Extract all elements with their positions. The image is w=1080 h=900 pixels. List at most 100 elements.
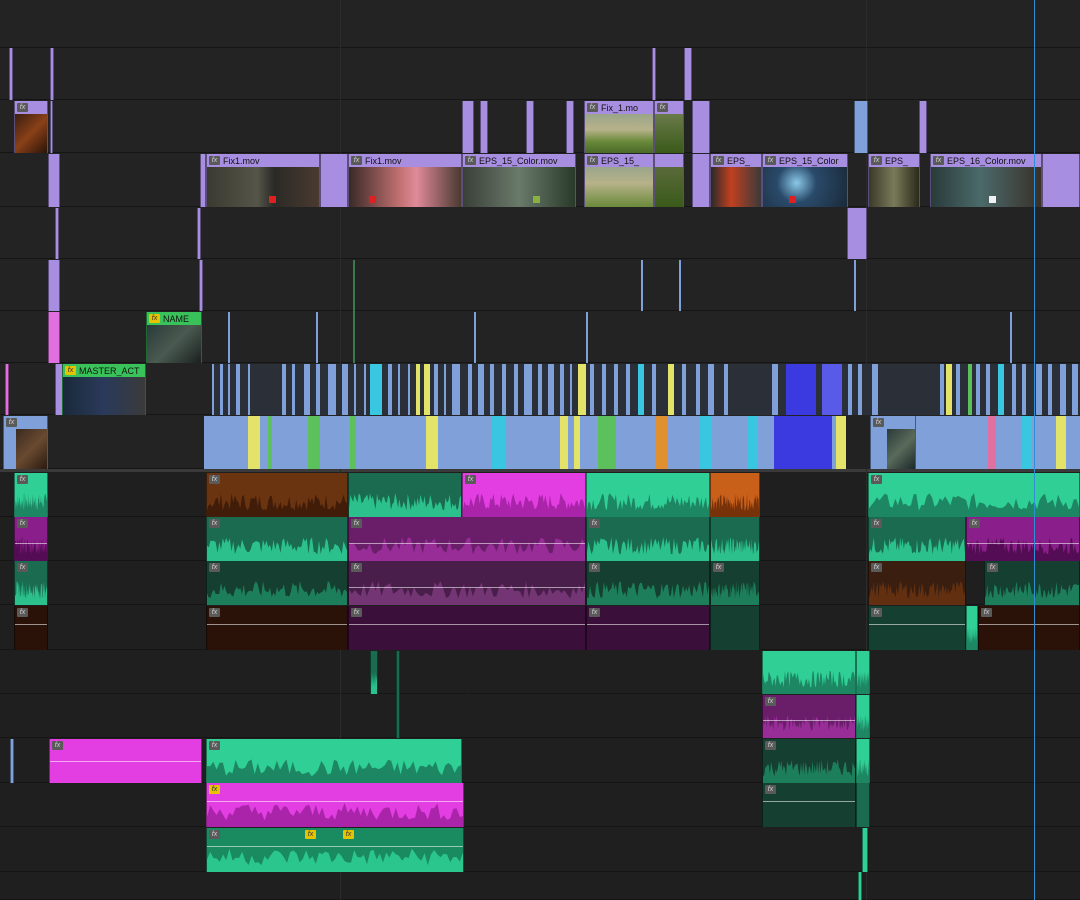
audio-clip[interactable]: fx — [966, 517, 1080, 561]
audio-clip[interactable] — [856, 651, 870, 694]
audio-clip[interactable]: fx — [206, 561, 348, 605]
audio-clip[interactable]: fx — [868, 517, 966, 561]
audio-clip[interactable] — [762, 651, 856, 694]
video-clip-thumb[interactable]: fx — [3, 416, 48, 469]
audio-clip[interactable]: fx — [348, 606, 586, 650]
video-clip[interactable] — [684, 48, 692, 100]
video-clip[interactable] — [50, 101, 53, 153]
video-clip[interactable] — [1042, 154, 1080, 207]
marker-red-icon[interactable] — [789, 196, 796, 203]
audio-clip[interactable]: fx — [978, 606, 1080, 650]
audio-clip[interactable]: fx — [206, 739, 462, 783]
audio-clip[interactable]: fx — [586, 606, 710, 650]
cut-stripes-main[interactable] — [204, 416, 1080, 469]
audio-track-a8[interactable] — [0, 783, 1080, 827]
audio-clip[interactable] — [10, 739, 14, 783]
video-clip-thumb[interactable]: fx — [870, 416, 916, 469]
video-clip-thumb[interactable]: fx — [14, 101, 48, 153]
video-clip[interactable] — [462, 101, 474, 153]
audio-clip[interactable]: fx — [348, 561, 586, 605]
video-clip-eps15-e[interactable]: fx EPS_ — [868, 154, 920, 207]
video-clip[interactable] — [199, 260, 203, 311]
video-clip-eps15-d[interactable]: fx EPS_15_Color — [762, 154, 848, 207]
video-clip[interactable] — [692, 101, 710, 153]
audio-clip[interactable]: fx — [868, 606, 966, 650]
audio-clip[interactable]: fx — [14, 561, 48, 605]
audio-clip[interactable] — [710, 606, 760, 650]
audio-clip[interactable]: fx — [206, 517, 348, 561]
video-clip[interactable] — [526, 101, 534, 153]
video-clip[interactable] — [197, 208, 201, 259]
audio-clip[interactable]: fx — [206, 473, 348, 517]
video-clip[interactable] — [919, 101, 927, 153]
audio-clip[interactable] — [856, 783, 870, 827]
audio-clip[interactable] — [858, 872, 862, 900]
video-clip[interactable]: fx — [654, 101, 684, 153]
marker-red-icon[interactable] — [269, 196, 276, 203]
video-track-v3[interactable] — [0, 207, 1080, 259]
audio-clip[interactable]: fx — [762, 695, 856, 738]
audio-track-a6[interactable] — [0, 694, 1080, 738]
audio-clip[interactable] — [348, 473, 462, 517]
video-clip[interactable] — [50, 48, 54, 100]
video-clip-fix1-b[interactable]: fx Fix1.mov — [348, 154, 462, 207]
marker-white-icon[interactable] — [989, 196, 996, 203]
audio-clip[interactable]: fx — [710, 561, 760, 605]
audio-clip[interactable]: fx — [14, 517, 48, 561]
audio-clip[interactable]: fx — [868, 473, 1080, 517]
audio-clip[interactable] — [710, 473, 760, 517]
video-clip[interactable] — [480, 101, 488, 153]
audio-clip[interactable]: fx — [206, 783, 464, 827]
video-clip-fix1-mo[interactable]: fx Fix_1.mo — [584, 101, 654, 153]
audio-clip[interactable]: fx — [49, 739, 202, 783]
video-clip-eps15-c[interactable]: fx EPS_ — [710, 154, 762, 207]
video-clip[interactable] — [692, 154, 710, 207]
playhead[interactable] — [1034, 0, 1035, 900]
audio-clip[interactable] — [856, 739, 870, 783]
audio-clip[interactable] — [396, 651, 400, 738]
audio-clip[interactable]: fx — [348, 517, 586, 561]
audio-clip[interactable]: fx — [762, 783, 856, 827]
audio-clip[interactable] — [586, 473, 710, 517]
audio-clip[interactable] — [466, 651, 468, 694]
video-clip-fix1-a[interactable]: fx Fix1.mov — [206, 154, 320, 207]
video-track-v6[interactable] — [0, 48, 1080, 100]
video-track-v5[interactable] — [0, 100, 1080, 153]
audio-clip[interactable]: fx — [762, 739, 856, 783]
marker-red-icon[interactable] — [369, 196, 376, 203]
video-clip[interactable] — [48, 154, 60, 207]
audio-track-a9[interactable] — [0, 827, 1080, 872]
video-clip[interactable] — [5, 364, 9, 415]
marker-green-icon[interactable] — [533, 196, 540, 203]
video-track-v7[interactable] — [0, 0, 1080, 48]
audio-clip[interactable] — [370, 651, 378, 694]
audio-clip[interactable]: fx — [462, 473, 586, 517]
audio-clip[interactable]: fx fx fx — [206, 828, 464, 872]
video-track-v2[interactable] — [0, 259, 1080, 311]
video-clip-eps15-b[interactable]: fx EPS_15_ — [584, 154, 654, 207]
audio-clip[interactable] — [966, 606, 978, 650]
audio-clip[interactable]: fx — [206, 606, 348, 650]
audio-clip[interactable]: fx — [984, 561, 1080, 605]
audio-clip[interactable]: fx — [586, 561, 710, 605]
video-clip[interactable] — [847, 208, 867, 259]
video-clip[interactable] — [854, 101, 868, 153]
audio-clip[interactable] — [856, 695, 870, 738]
audio-clip[interactable]: fx — [14, 473, 48, 517]
video-clip[interactable] — [48, 312, 60, 363]
nested-clip-name[interactable]: fx NAME — [146, 312, 202, 363]
video-clip[interactable] — [654, 154, 684, 207]
audio-clip[interactable]: fx — [868, 561, 966, 605]
video-clip-eps16[interactable]: fx EPS_16_Color.mov — [930, 154, 1042, 207]
video-clip[interactable] — [652, 48, 656, 100]
audio-clip[interactable]: fx — [586, 517, 710, 561]
audio-track-a10[interactable] — [0, 872, 1080, 900]
audio-clip[interactable] — [862, 828, 868, 872]
video-clip-eps15-a[interactable]: fx EPS_15_Color.mov — [462, 154, 576, 207]
audio-track-a5[interactable] — [0, 650, 1080, 694]
cut-stripes-upper[interactable] — [212, 364, 1080, 415]
audio-clip[interactable] — [710, 517, 760, 561]
nested-clip-master-act[interactable]: fx MASTER_ACT — [62, 364, 146, 415]
video-clip[interactable] — [48, 260, 60, 311]
video-clip[interactable] — [55, 208, 59, 259]
